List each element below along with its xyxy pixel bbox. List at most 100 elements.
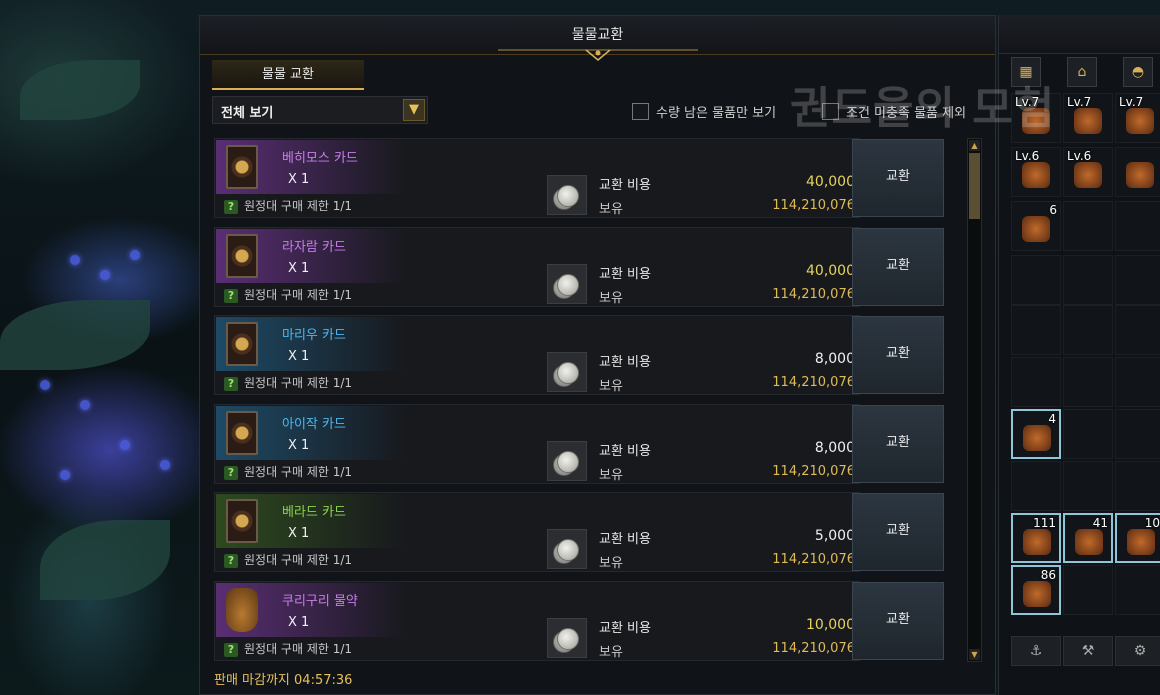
inventory-slot[interactable]: 10 <box>1115 513 1160 563</box>
inventory-slot-empty[interactable] <box>1011 305 1061 355</box>
category-filter-select[interactable]: 전체 보기 ▼ <box>212 96 428 124</box>
inventory-slot[interactable]: 86 <box>1011 565 1061 615</box>
inventory-item-icon <box>1023 581 1051 607</box>
question-icon[interactable]: ? <box>224 554 238 569</box>
checkbox-label: 수량 남은 물품만 보기 <box>656 106 777 121</box>
background-flower <box>130 250 140 260</box>
inventory-slot-empty[interactable] <box>1115 305 1160 355</box>
inventory-slot-empty[interactable] <box>1115 461 1160 511</box>
exchange-row: 아이작 카드 X 1? 원정대 구매 제한 1/1 교환 비용 보유 8,000 114,2… <box>214 403 864 484</box>
background-flower <box>60 470 70 480</box>
checkbox-box[interactable] <box>632 103 649 120</box>
card-icon[interactable] <box>226 233 258 278</box>
scroll-up-icon[interactable]: ▲ <box>969 140 980 151</box>
inventory-slot-empty[interactable] <box>1011 357 1061 407</box>
exchange-button[interactable]: 교환 <box>852 582 944 660</box>
inventory-slot-empty[interactable] <box>1115 357 1160 407</box>
exchange-row: 쿠리구리 물약 X 1? 원정대 구매 제한 1/1 교환 비용 보유 10,000 114… <box>214 581 864 661</box>
held-label: 보유 <box>599 556 623 572</box>
question-icon[interactable]: ? <box>224 377 238 392</box>
held-label: 보유 <box>599 290 623 306</box>
inventory-slot-empty[interactable] <box>1063 357 1113 407</box>
window-title: 물물교환 <box>571 27 624 43</box>
background-flower <box>120 440 130 450</box>
exchange-button[interactable]: 교환 <box>852 316 944 395</box>
item-name: 마리우 카드 <box>282 328 346 344</box>
exchange-row-card: 베히모스 카드 X 1? 원정대 구매 제한 1/1 교환 비용 보유 40,000 114… <box>214 138 860 218</box>
cost-label: 교환 비용 <box>599 532 651 548</box>
inventory-slot[interactable]: Lv.6 <box>1063 147 1113 197</box>
exchange-button[interactable]: 교환 <box>852 139 944 217</box>
inventory-slot[interactable]: Lv.7 <box>1115 93 1160 143</box>
inventory-slot[interactable]: Lv.7 <box>1063 93 1113 143</box>
silver-coin-icon <box>547 440 587 481</box>
exchange-row: 마리우 카드 X 1? 원정대 구매 제한 1/1 교환 비용 보유 8,000 114,2… <box>214 315 864 396</box>
inventory-slot-empty[interactable] <box>1115 255 1160 305</box>
helmet-icon[interactable]: ◓ <box>1123 57 1153 87</box>
inventory-slot[interactable] <box>1115 147 1160 197</box>
bag-icon[interactable]: ⌂ <box>1067 57 1097 87</box>
purchase-limit-text: 원정대 구매 제한 1/1 <box>244 642 353 656</box>
purchase-limit-text: 원정대 구매 제한 1/1 <box>244 376 353 391</box>
item-name: 베히모스 카드 <box>282 151 358 166</box>
scroll-thumb[interactable] <box>969 153 980 219</box>
inventory-slot-empty[interactable] <box>1063 201 1113 251</box>
chevron-down-icon[interactable]: ▼ <box>403 99 425 121</box>
inventory-item-icon <box>1127 529 1155 555</box>
card-icon[interactable] <box>226 499 258 544</box>
purchase-limit-text: 원정대 구매 제한 1/1 <box>244 287 353 302</box>
card-icon[interactable] <box>226 145 258 189</box>
inventory-slot[interactable]: 4 <box>1011 409 1061 459</box>
item-name: 아이작 카드 <box>282 416 346 432</box>
list-scrollbar[interactable]: ▲ ▼ <box>967 138 982 662</box>
inventory-slot-empty[interactable] <box>1011 255 1061 305</box>
exchange-button[interactable]: 교환 <box>852 227 944 306</box>
item-level: Lv.7 <box>1067 95 1092 109</box>
inventory-item-icon <box>1023 425 1051 451</box>
exchange-button[interactable]: 교환 <box>852 493 944 572</box>
inventory-slot-empty[interactable] <box>1063 255 1113 305</box>
held-amount: 114,210,076 <box>772 641 855 656</box>
inventory-slot[interactable]: Lv.6 <box>1011 147 1061 197</box>
inventory-slot-empty[interactable] <box>1063 461 1113 511</box>
cost-label: 교환 비용 <box>599 355 651 371</box>
card-icon[interactable] <box>226 410 258 455</box>
inventory-slot[interactable]: 41 <box>1063 513 1113 563</box>
exchange-cost: 8,000 <box>814 439 855 456</box>
exchange-cost: 8,000 <box>814 351 855 368</box>
item-count: 86 <box>1040 568 1056 582</box>
tool-icon[interactable]: ⚙ <box>1115 636 1160 666</box>
inventory-slot-empty[interactable] <box>1063 409 1113 459</box>
held-amount: 114,210,076 <box>772 463 855 479</box>
inventory-slot-empty[interactable] <box>1115 201 1160 251</box>
inventory-slot-empty[interactable] <box>1063 305 1113 355</box>
inventory-slot[interactable]: 111 <box>1011 513 1061 563</box>
inventory-slot-empty[interactable] <box>1063 565 1113 615</box>
card-icon[interactable] <box>226 322 258 367</box>
item-name: 쿠리구리 물약 <box>282 594 358 609</box>
exchange-button[interactable]: 교환 <box>852 404 944 483</box>
inventory-slot[interactable]: 6 <box>1011 201 1061 251</box>
held-label: 보유 <box>599 467 623 483</box>
inventory-item-icon <box>1074 162 1102 188</box>
potion-jar-icon[interactable] <box>226 588 258 632</box>
filter-selected-value: 전체 보기 <box>221 106 274 121</box>
remaining-only-checkbox[interactable]: 수량 남은 물품만 보기 <box>632 102 776 122</box>
cost-label: 교환 비용 <box>599 266 651 282</box>
scroll-down-icon[interactable]: ▼ <box>969 649 980 660</box>
exchange-cost: 10,000 <box>806 617 855 633</box>
item-quantity: X 1 <box>288 172 310 187</box>
inventory-slot-empty[interactable] <box>1115 409 1160 459</box>
hammer-icon[interactable]: ⚒ <box>1063 636 1113 666</box>
question-icon[interactable]: ? <box>224 465 238 480</box>
background-flower <box>80 400 90 410</box>
question-icon[interactable]: ? <box>224 288 238 303</box>
anchor-icon[interactable]: ⚓ <box>1011 636 1061 666</box>
tab-barter[interactable]: 물물 교환 <box>212 60 364 90</box>
question-icon[interactable]: ? <box>224 200 238 214</box>
question-icon[interactable]: ? <box>224 643 238 657</box>
inventory-slot-empty[interactable] <box>1011 461 1061 511</box>
inventory-slot-empty[interactable] <box>1115 565 1160 615</box>
item-count: 4 <box>1048 412 1056 426</box>
purchase-limit: ? 원정대 구매 제한 1/1 <box>224 374 353 392</box>
